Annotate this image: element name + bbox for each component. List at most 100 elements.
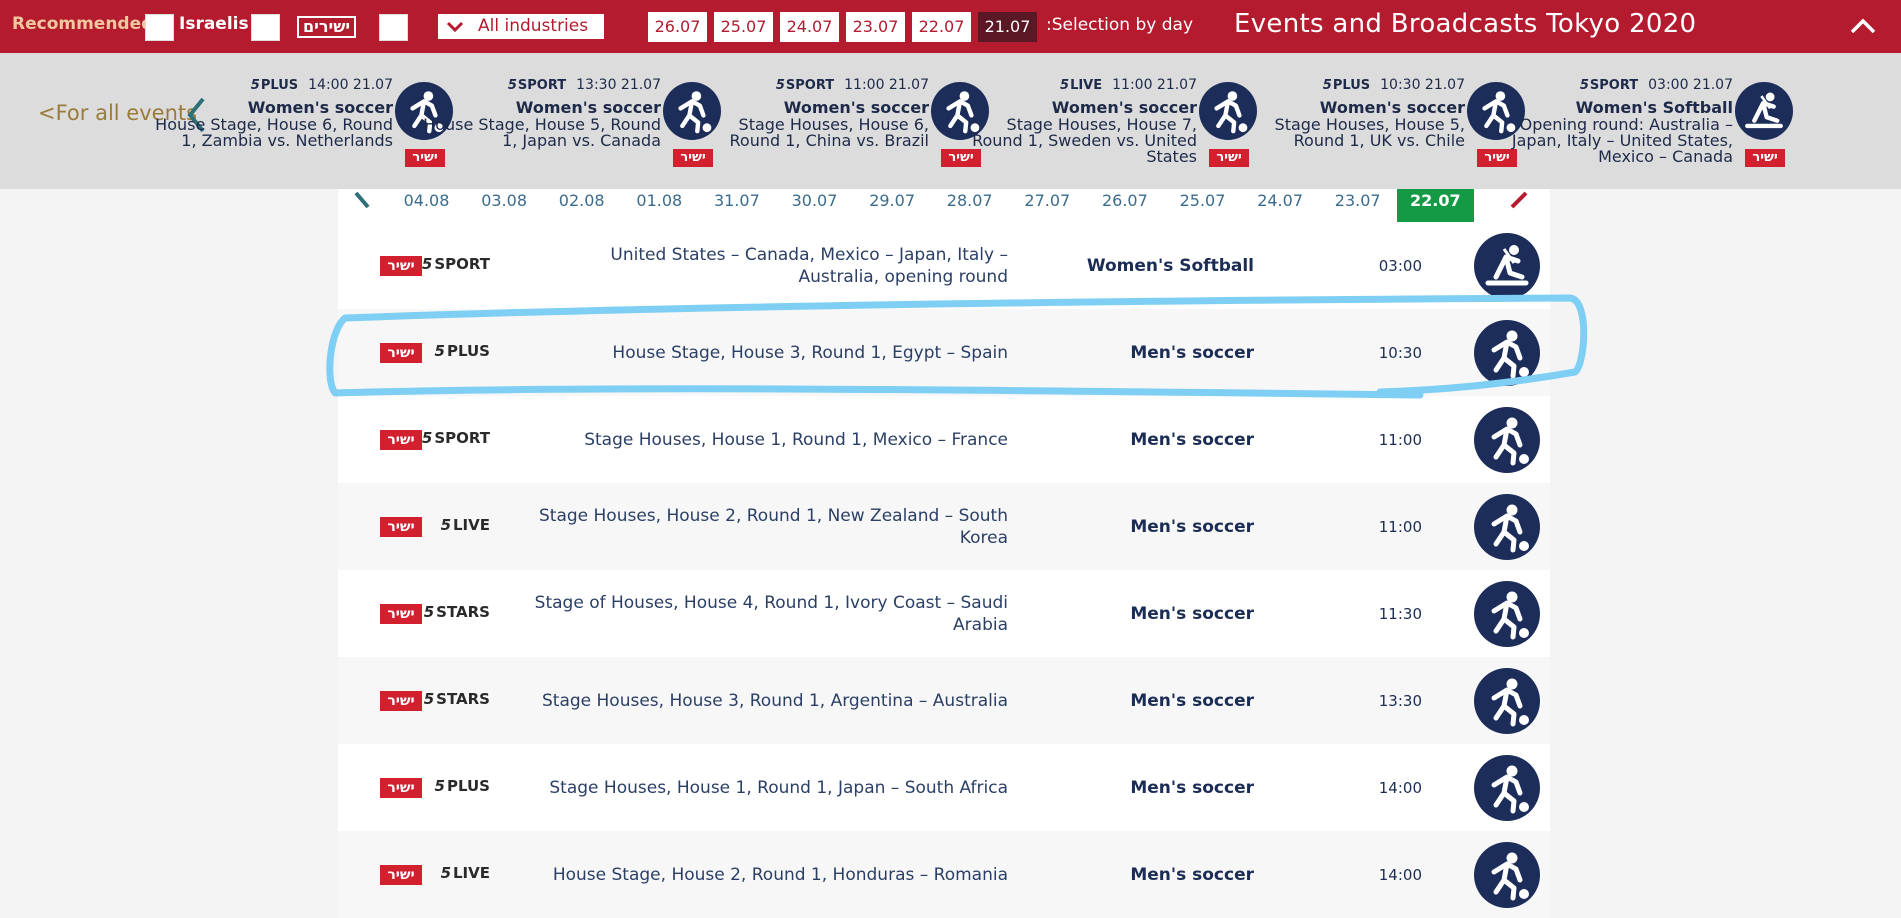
recommended-checkbox[interactable] xyxy=(145,14,174,41)
top-header: Recommended Israelis ישירים All industri… xyxy=(0,0,1901,53)
event-row[interactable]: ישיר 5 PLUS Stage Houses, House 1, Round 1,… xyxy=(338,744,1550,831)
event-row[interactable]: ישיר 5 SPORT Stage Houses, House 1, Round 1… xyxy=(338,396,1550,483)
live-badge: ישיר xyxy=(380,691,422,711)
chevron-up-icon[interactable] xyxy=(1848,12,1878,40)
broadcast-badge: ישיר 5 STARS xyxy=(346,657,496,744)
date-tab[interactable]: 23.07 xyxy=(1319,189,1396,222)
live-badge: ישיר xyxy=(1745,149,1785,167)
date-tab[interactable]: 03.08 xyxy=(466,189,543,222)
date-tab[interactable]: 30.07 xyxy=(776,189,853,222)
date-tab-active[interactable]: 22.07 xyxy=(1396,189,1474,222)
day-button[interactable]: 26.07 xyxy=(648,12,707,42)
event-sport: Men's soccer xyxy=(1130,690,1254,711)
live-checkbox[interactable] xyxy=(379,14,408,41)
date-tab[interactable]: 24.07 xyxy=(1242,189,1319,222)
event-time: 03:00 xyxy=(1378,256,1422,275)
card-description: Stage Houses, House 5, Round 1, UK vs. C… xyxy=(1274,115,1465,150)
card-time: 03:00 21.07 xyxy=(1648,77,1733,93)
channel-label: 5 PLUS xyxy=(434,342,490,360)
channel-label: 5 STARS xyxy=(423,690,490,708)
arrow-right-icon[interactable] xyxy=(1508,189,1530,211)
soccer-icon xyxy=(1474,755,1540,821)
event-row[interactable]: ישיר 5 PLUS House Stage, House 3, Round 1, … xyxy=(338,309,1550,396)
event-description: House Stage, House 2, Round 1, Honduras … xyxy=(552,864,1008,885)
event-time: 11:30 xyxy=(1378,604,1422,623)
event-description: Stage Houses, House 1, Round 1, Japan – … xyxy=(549,777,1008,798)
date-tab[interactable]: 26.07 xyxy=(1086,189,1163,222)
date-tab[interactable]: 25.07 xyxy=(1164,189,1241,222)
day-button-active[interactable]: 21.07 xyxy=(978,12,1037,42)
carousel-card[interactable]: 5SPORT 13:30 21.07 Women's soccer House Sta… xyxy=(423,53,727,189)
date-tab[interactable]: 02.08 xyxy=(543,189,620,222)
channel-label: 5SPORT 13:30 21.07 xyxy=(507,77,661,93)
israelis-checkbox[interactable] xyxy=(251,14,280,41)
event-sport: Men's soccer xyxy=(1130,429,1254,450)
card-time: 10:30 21.07 xyxy=(1380,77,1465,93)
live-badge: ישיר xyxy=(673,149,713,167)
event-sport: Men's soccer xyxy=(1130,516,1254,537)
day-button[interactable]: 22.07 xyxy=(912,12,971,42)
event-list: ישיר 5 SPORT United States – Canada, Mexico… xyxy=(338,222,1550,918)
softball-icon xyxy=(1735,82,1793,140)
arrow-left-icon[interactable] xyxy=(352,189,372,211)
live-badge: ישיר xyxy=(380,604,422,624)
event-description: Stage Houses, House 3, Round 1, Argentin… xyxy=(541,690,1008,711)
event-sport: Men's soccer xyxy=(1130,342,1254,363)
soccer-icon xyxy=(1474,668,1540,734)
selection-by-day-label: :Selection by day xyxy=(1046,15,1193,35)
broadcast-badge: ישיר 5 SPORT xyxy=(346,222,496,309)
israelis-label: Israelis xyxy=(179,14,249,34)
soccer-icon xyxy=(1474,494,1540,560)
day-button[interactable]: 23.07 xyxy=(846,12,905,42)
channel-label: 5 PLUS xyxy=(434,777,490,795)
live-badge: ישיר xyxy=(1209,149,1249,167)
channel-label: 5LIVE 11:00 21.07 xyxy=(1060,77,1197,93)
carousel-card[interactable]: 5SPORT 03:00 21.07 Women's Softball Opening… xyxy=(1512,53,1799,189)
date-tab[interactable]: 27.07 xyxy=(1009,189,1086,222)
soccer-icon xyxy=(1474,581,1540,647)
event-sport: Men's soccer xyxy=(1130,777,1254,798)
softball-icon xyxy=(1474,233,1540,299)
card-time: 11:00 21.07 xyxy=(1112,77,1197,93)
channel-label: 5 SPORT xyxy=(421,255,490,273)
card-time: 14:00 21.07 xyxy=(308,77,393,93)
event-description: Stage Houses, House 2, Round 1, New Zeal… xyxy=(538,505,1008,548)
channel-label: 5PLUS 10:30 21.07 xyxy=(1322,77,1465,93)
live-badge: ישיר xyxy=(380,865,422,885)
card-description: Stage Houses, House 7, Round 1, Sweden v… xyxy=(972,115,1197,166)
date-tab[interactable]: 31.07 xyxy=(698,189,775,222)
event-description: Stage of Houses, House 4, Round 1, Ivory… xyxy=(534,592,1008,635)
date-tab[interactable]: 28.07 xyxy=(931,189,1008,222)
event-sport: Men's soccer xyxy=(1130,603,1254,624)
carousel-card[interactable]: 5PLUS 14:00 21.07 Women's soccer House Stag… xyxy=(155,53,459,189)
event-sport: Women's Softball xyxy=(1086,255,1254,276)
soccer-icon xyxy=(1474,407,1540,473)
live-badge: ישיר xyxy=(380,778,422,798)
date-tab[interactable]: 04.08 xyxy=(388,189,465,222)
event-row[interactable]: ישיר 5 STARS Stage of Houses, House 4, Roun… xyxy=(338,570,1550,657)
event-row[interactable]: ישיר 5 SPORT United States – Canada, Mexico… xyxy=(338,222,1550,309)
date-strip: 04.08 03.08 02.08 01.08 31.07 30.07 29.07 28.07… xyxy=(338,189,1550,222)
industries-label: All industries xyxy=(478,16,589,36)
day-button[interactable]: 25.07 xyxy=(714,12,773,42)
card-description: Opening round: Australia – Japan, Italy … xyxy=(1511,115,1733,166)
carousel-card[interactable]: 5PLUS 10:30 21.07 Women's soccer Stage Hous… xyxy=(1263,53,1531,189)
event-row[interactable]: ישיר 5 STARS Stage Houses, House 3, Round 1… xyxy=(338,657,1550,744)
channel-label: 5 STARS xyxy=(423,603,490,621)
channel-label: 5 LIVE xyxy=(440,864,490,882)
date-tab[interactable]: 01.08 xyxy=(621,189,698,222)
industries-dropdown[interactable]: All industries xyxy=(438,14,604,39)
date-tab[interactable]: 29.07 xyxy=(854,189,931,222)
event-time: 11:00 xyxy=(1378,430,1422,449)
carousel-card[interactable]: 5LIVE 11:00 21.07 Women's soccer Stage Hous… xyxy=(972,53,1263,189)
soccer-icon xyxy=(1474,320,1540,386)
event-row[interactable]: ישיר 5 LIVE Stage Houses, House 2, Round 1,… xyxy=(338,483,1550,570)
events-carousel: <For all events 5PLUS 14:00 21.07 Women's … xyxy=(0,53,1901,189)
day-button[interactable]: 24.07 xyxy=(780,12,839,42)
channel-label: 5 SPORT xyxy=(421,429,490,447)
live-badge: ישיר xyxy=(380,256,422,276)
event-row[interactable]: ישיר 5 LIVE House Stage, House 2, Round 1, … xyxy=(338,831,1550,918)
event-time: 13:30 xyxy=(1378,691,1422,710)
carousel-card[interactable]: 5SPORT 11:00 21.07 Women's soccer Stage Hou… xyxy=(727,53,995,189)
broadcast-badge: ישיר 5 PLUS xyxy=(346,309,496,396)
